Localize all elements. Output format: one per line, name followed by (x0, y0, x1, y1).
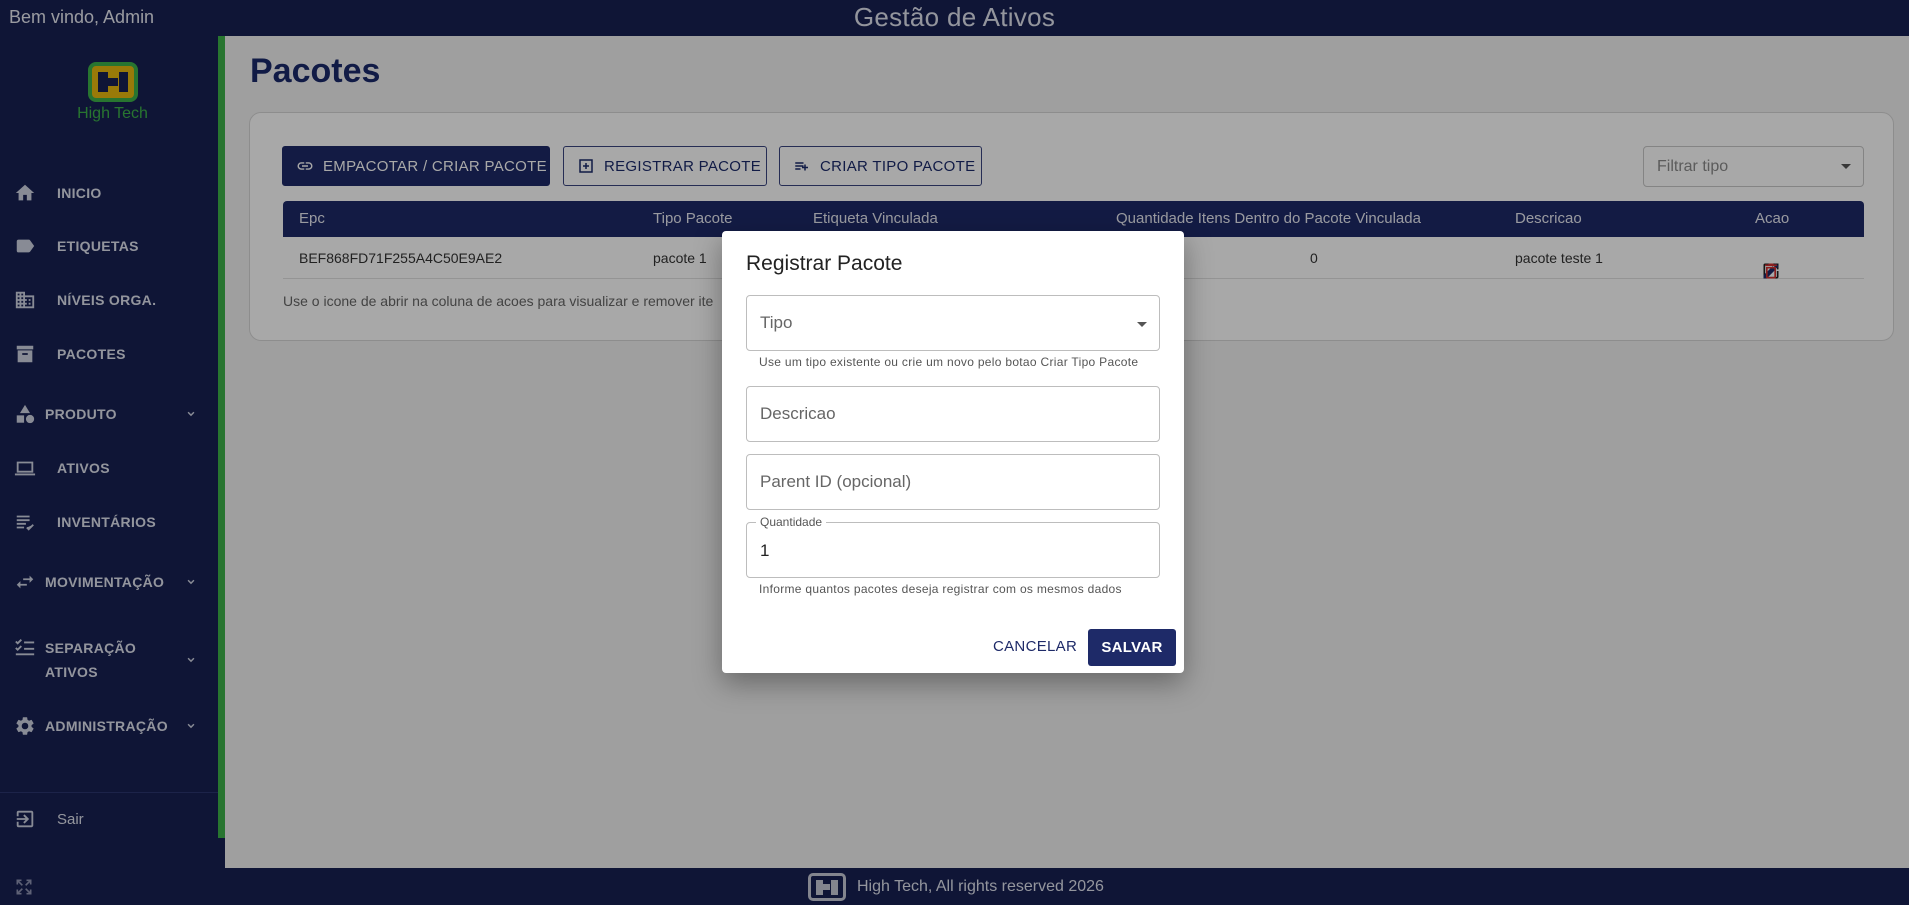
parent-id-input[interactable]: Parent ID (opcional) (746, 454, 1160, 510)
descricao-input[interactable]: Descricao (746, 386, 1160, 442)
dropdown-arrow-icon (1137, 322, 1147, 327)
quantidade-input[interactable]: Quantidade 1 (746, 515, 1160, 578)
cancel-button[interactable]: CANCELAR (993, 638, 1077, 655)
parent-id-label: Parent ID (opcional) (760, 472, 912, 491)
tipo-helper: Use um tipo existente ou crie um novo pe… (759, 355, 1139, 369)
descricao-label: Descricao (760, 404, 836, 423)
quantidade-helper: Informe quantos pacotes deseja registrar… (759, 582, 1122, 596)
dialog-title: Registrar Pacote (746, 252, 903, 275)
quantidade-label: Quantidade (756, 515, 827, 529)
quantidade-value: 1 (760, 541, 770, 560)
tipo-label: Tipo (760, 313, 793, 332)
tipo-select[interactable]: Tipo (746, 295, 1160, 351)
save-button[interactable]: SALVAR (1088, 629, 1176, 666)
register-package-dialog: Registrar Pacote Tipo Use um tipo existe… (722, 231, 1184, 673)
